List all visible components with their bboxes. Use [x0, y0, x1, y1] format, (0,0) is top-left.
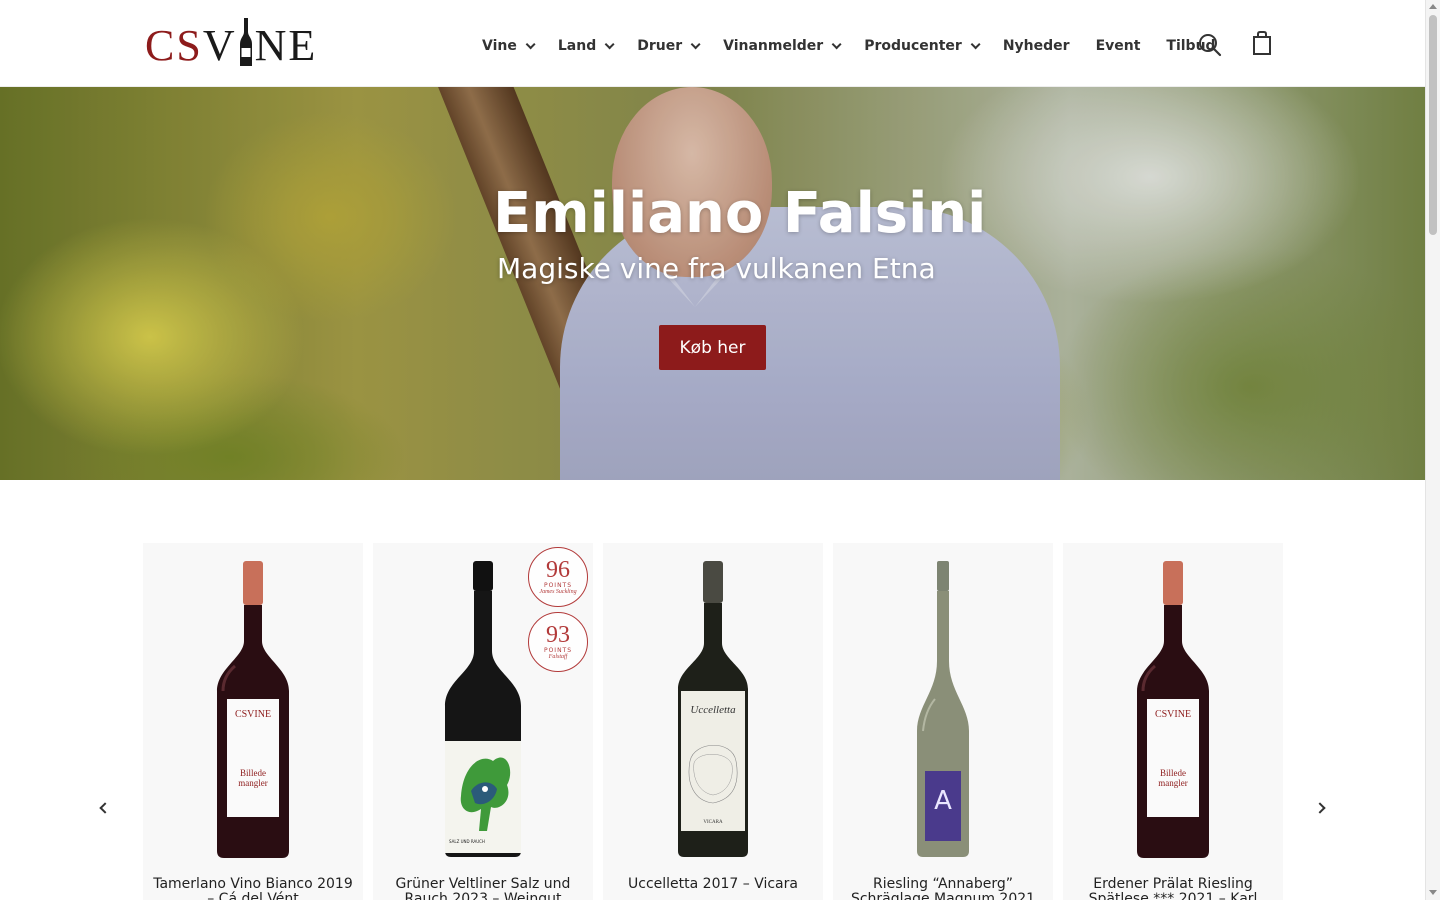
logo-v-text: V [202, 21, 237, 70]
nav-label: Land [557, 38, 597, 54]
chevron-down-icon [525, 38, 536, 49]
badge-points: 93 [546, 622, 570, 648]
nav-label: Druer [637, 38, 683, 54]
nav-item-druer[interactable]: Druer [637, 38, 701, 54]
bottle-label-text: Billede [1160, 768, 1186, 778]
bottle-label-text: A [934, 786, 952, 816]
badge-source: James Suckling [539, 589, 577, 595]
chevron-left-icon[interactable] [98, 800, 118, 820]
scrollbar-thumb[interactable] [1429, 15, 1437, 235]
product-carousel: CSVINE Billede mangler Tamerlano Vino Bi… [143, 543, 1283, 900]
wine-bottle-image: CSVINE Billede mangler [1063, 561, 1283, 861]
badge-source: Falstaff [548, 654, 568, 660]
site-header: CS V NE Vine Land Druer Vinanmelder Prod… [0, 0, 1425, 87]
badge-points-label: POINTS [543, 582, 573, 589]
chevron-down-icon [690, 38, 701, 49]
nav-label: Vine [482, 38, 517, 54]
product-name[interactable]: Grüner Veltliner Salz und Rauch 2023 – W… [381, 877, 585, 900]
scroll-down-arrow-icon[interactable] [1429, 890, 1437, 895]
hero-title: Emiliano Falsini [493, 181, 987, 246]
main-nav: Vine Land Druer Vinanmelder Producenter … [482, 35, 1242, 57]
product-card[interactable]: CSVINE Billede mangler Erdener Prälat Ri… [1063, 543, 1283, 900]
chevron-down-icon [604, 38, 615, 49]
nav-item-nyheder[interactable]: Nyheder [1003, 38, 1070, 54]
badge-points: 96 [546, 557, 570, 583]
chevron-down-icon [831, 38, 842, 49]
page-scrollbar[interactable] [1425, 0, 1440, 900]
score-badge: 93 POINTS Falstaff [528, 612, 588, 672]
product-name[interactable]: Erdener Prälat Riesling Spätlese *** 202… [1071, 877, 1275, 900]
search-icon[interactable] [1198, 33, 1222, 57]
bottle-label-text: VICARA [703, 820, 723, 825]
chevron-right-icon[interactable] [1314, 800, 1335, 820]
wine-bottle-image: Uccelletta VICARA [603, 561, 823, 861]
shopping-bag-icon[interactable] [1252, 31, 1272, 55]
logo-cs-text: CS [145, 21, 203, 70]
bottle-label-text: Uccelletta [690, 704, 736, 716]
nav-label: Nyheder [1002, 38, 1070, 54]
nav-item-vine[interactable]: Vine [482, 38, 536, 54]
site-logo[interactable]: CS V NE [145, 18, 317, 68]
bottle-label-brand: CSVINE [1155, 709, 1191, 720]
wine-bottle-image: A [833, 561, 1053, 861]
product-card[interactable]: Uccelletta VICARA Uccelletta 2017 – Vica… [603, 543, 823, 900]
nav-item-vinanmelder[interactable]: Vinanmelder [723, 38, 842, 54]
bottle-label-text: SALZ UND RAUCH [449, 839, 485, 844]
nav-item-land[interactable]: Land [557, 38, 615, 54]
logo-ne-text: NE [254, 21, 318, 70]
buy-here-button[interactable]: Køb her [659, 325, 766, 370]
chevron-down-icon [970, 38, 981, 49]
product-name[interactable]: Uccelletta 2017 – Vicara [611, 877, 815, 892]
bottle-label-text: Billede [240, 768, 266, 778]
nav-label: Event [1095, 38, 1141, 54]
product-name[interactable]: Tamerlano Vino Bianco 2019 – Cá del Vént [151, 877, 355, 900]
hero-banner: Emiliano Falsini Magiske vine fra vulkan… [0, 87, 1425, 480]
logo-bottle-icon [239, 18, 253, 68]
badge-points-label: POINTS [543, 647, 573, 654]
product-card[interactable]: CSVINE Billede mangler Tamerlano Vino Bi… [143, 543, 363, 900]
bottle-label-text: mangler [238, 778, 268, 788]
scroll-up-arrow-icon[interactable] [1429, 4, 1437, 9]
score-badge: 96 POINTS James Suckling [528, 547, 588, 607]
nav-item-event[interactable]: Event [1096, 38, 1141, 54]
nav-label: Producenter [864, 38, 962, 54]
product-card[interactable]: A Riesling “Annaberg” Schräglage Magnum … [833, 543, 1053, 900]
product-card[interactable]: SALZ UND RAUCH 96 POINTS James Suckling … [373, 543, 593, 900]
hero-subtitle: Magiske vine fra vulkanen Etna [497, 252, 936, 285]
product-name[interactable]: Riesling “Annaberg” Schräglage Magnum 20… [841, 877, 1045, 900]
bottle-label-brand: CSVINE [235, 709, 271, 720]
wine-bottle-image: CSVINE Billede mangler [143, 561, 363, 861]
nav-item-producenter[interactable]: Producenter [864, 38, 981, 54]
nav-label: Vinanmelder [723, 38, 824, 54]
bottle-label-text: mangler [1158, 778, 1188, 788]
